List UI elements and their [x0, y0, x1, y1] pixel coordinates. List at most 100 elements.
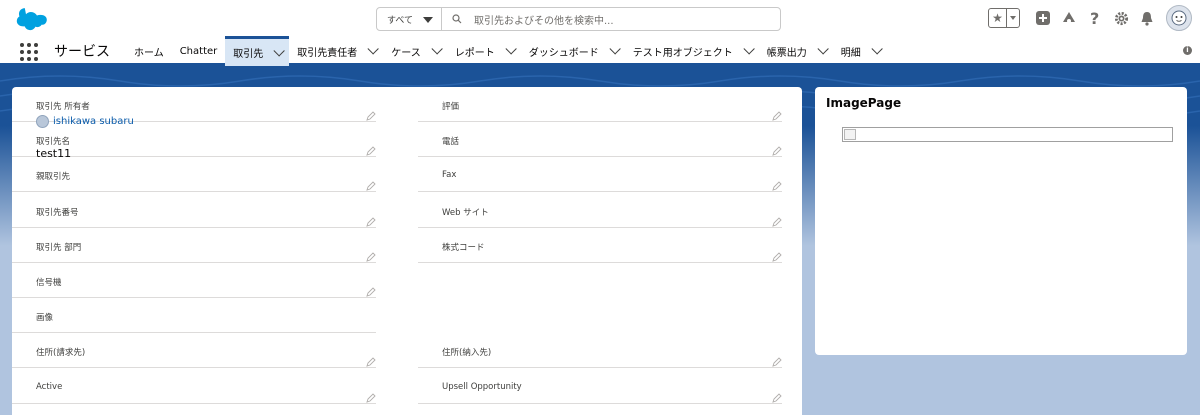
field-label: 信号機	[36, 278, 62, 288]
record-field: Upsell Opportunity	[418, 369, 782, 404]
pencil-edit-icon[interactable]	[772, 176, 782, 192]
field-label: 株式コード	[442, 242, 485, 253]
salesforce-cloud-logo-icon[interactable]	[14, 7, 48, 31]
help-button[interactable]: ?	[1086, 9, 1104, 27]
record-field: Fax	[418, 157, 782, 193]
nav-tab[interactable]: ホーム	[126, 36, 172, 66]
setup-button[interactable]	[1112, 9, 1130, 27]
header-utilities: ★ ?	[988, 0, 1200, 36]
bell-icon	[1141, 11, 1153, 26]
chevron-down-icon[interactable]	[273, 44, 286, 57]
record-field: 取引先番号	[12, 193, 376, 228]
astro-avatar-icon	[1171, 10, 1187, 26]
field-label: Active	[36, 381, 63, 392]
chevron-down-icon[interactable]	[817, 43, 829, 55]
nav-tab-label: 明細	[840, 47, 861, 59]
nav-tab[interactable]: Chatter	[172, 36, 226, 66]
nav-tab[interactable]: 帳票出力	[759, 36, 833, 66]
chevron-down-icon[interactable]	[505, 43, 517, 55]
nav-tab-label: ダッシュボード	[528, 47, 599, 59]
chevron-down-icon[interactable]	[743, 43, 755, 55]
record-detail-card: 取引先 所有者 ishikawa subaru 取引先名 test11 親取引先 取引先番…	[12, 87, 802, 415]
record-field: 取引先 部門	[12, 228, 376, 263]
nav-tab[interactable]: 取引先	[225, 36, 290, 66]
card-title: ImagePage	[826, 96, 902, 110]
nav-tab-label: レポート	[454, 47, 495, 59]
record-field: 画像	[12, 298, 376, 334]
global-search: すべて 取引先およびその他を検索中...	[376, 7, 781, 31]
caret-down-icon	[1010, 16, 1016, 20]
pencil-edit-icon[interactable]	[772, 212, 782, 227]
field-label: 画像	[36, 313, 54, 324]
pencil-edit-icon[interactable]	[366, 247, 376, 262]
favorites-dropdown[interactable]	[1007, 9, 1019, 27]
nav-tabs: ホーム Chatter 取引先 取引先責任者 ケース レポート ダッシュボード テスト用オブジ…	[126, 36, 887, 66]
nav-tab[interactable]: レポート	[447, 36, 521, 66]
pencil-edit-icon[interactable]	[772, 352, 782, 368]
record-field: 評価	[418, 87, 782, 122]
pencil-edit-icon[interactable]	[772, 141, 782, 156]
pencil-edit-icon[interactable]	[366, 212, 376, 227]
nav-tab[interactable]: 明細	[833, 36, 887, 66]
chevron-down-icon[interactable]	[367, 43, 380, 55]
search-scope-label: すべて	[387, 15, 414, 26]
app-navigation-bar: サービス ホーム Chatter 取引先 取引先責任者 ケース レポート ダッシュボード テス…	[0, 36, 1200, 66]
field-label: 取引先 部門	[36, 242, 82, 253]
pencil-edit-icon[interactable]	[366, 141, 376, 156]
field-label: 住所(納入先)	[442, 348, 492, 359]
imagepage-card: ImagePage	[815, 87, 1187, 355]
record-field: 住所(納入先)	[418, 333, 782, 369]
plus-square-icon	[1036, 11, 1050, 25]
search-scope-select[interactable]: すべて	[377, 8, 442, 30]
record-field: 取引先 所有者 ishikawa subaru	[12, 87, 376, 128]
help-icon: ?	[1090, 10, 1099, 26]
trailhead-button[interactable]	[1060, 9, 1078, 27]
favorites-button[interactable]: ★	[988, 8, 1020, 28]
broken-image-icon	[844, 129, 856, 140]
pencil-edit-icon[interactable]	[772, 388, 782, 403]
pencil-edit-icon[interactable]	[772, 106, 782, 121]
image-placeholder	[842, 127, 1173, 142]
pencil-edit-icon[interactable]	[366, 176, 376, 192]
nav-tab-label: Chatter	[179, 45, 218, 57]
trailhead-icon	[1063, 12, 1075, 23]
field-label: Web サイト	[442, 207, 489, 218]
app-launcher-icon[interactable]	[20, 43, 38, 61]
record-field: 親取引先	[12, 157, 376, 193]
nav-tab-label: 帳票出力	[766, 47, 807, 59]
app-name: サービス	[54, 44, 110, 60]
nav-tab-label: 取引先	[233, 49, 264, 60]
field-label: 評価	[442, 102, 460, 112]
star-icon: ★	[989, 9, 1007, 27]
record-field: 住所(請求先)	[12, 333, 376, 369]
global-create-button[interactable]	[1034, 9, 1052, 27]
record-field: Web サイト	[418, 193, 782, 228]
nav-tab[interactable]: ダッシュボード	[521, 36, 625, 66]
field-label: 取引先名	[36, 137, 71, 148]
change-owner-icon[interactable]	[366, 106, 376, 121]
nav-tab[interactable]: テスト用オブジェクト	[625, 36, 759, 66]
info-icon[interactable]: i	[1183, 46, 1192, 55]
notifications-button[interactable]	[1138, 9, 1156, 27]
pencil-edit-icon[interactable]	[366, 282, 376, 297]
field-label: 住所(請求先)	[36, 348, 86, 359]
record-field: 電話	[418, 122, 782, 158]
gear-icon	[1114, 11, 1128, 25]
user-avatar[interactable]	[1166, 5, 1192, 31]
pencil-edit-icon[interactable]	[366, 388, 376, 403]
record-field: Active	[12, 369, 376, 404]
search-input[interactable]: 取引先およびその他を検索中...	[442, 8, 780, 30]
field-label: Fax	[442, 170, 457, 181]
field-label: 取引先番号	[36, 207, 79, 218]
field-label: 電話	[442, 137, 460, 148]
chevron-down-icon[interactable]	[871, 43, 883, 55]
pencil-edit-icon[interactable]	[772, 247, 782, 262]
chevron-down-icon[interactable]	[609, 43, 621, 55]
global-header: すべて 取引先およびその他を検索中... ★ ?	[0, 0, 1200, 36]
chevron-down-icon[interactable]	[431, 43, 443, 55]
pencil-edit-icon[interactable]	[366, 352, 376, 368]
nav-tab[interactable]: ケース	[383, 36, 447, 66]
nav-tab[interactable]: 取引先責任者	[289, 36, 383, 66]
nav-tab-label: ホーム	[134, 47, 164, 59]
svg-text:?: ?	[1090, 10, 1099, 26]
